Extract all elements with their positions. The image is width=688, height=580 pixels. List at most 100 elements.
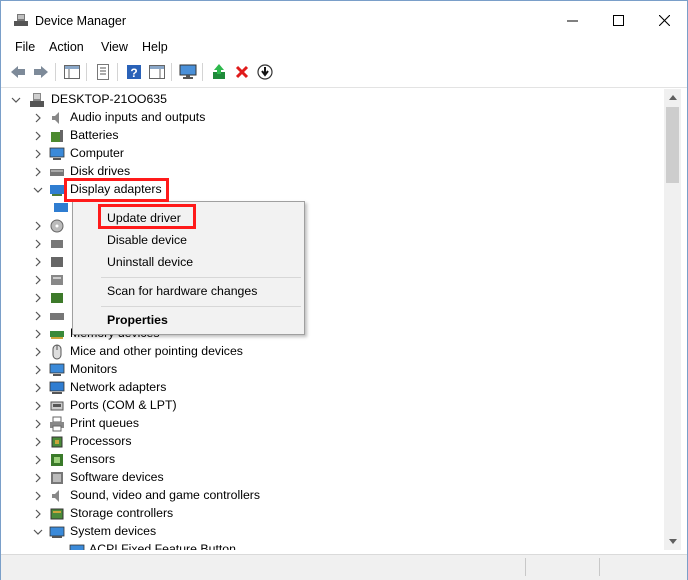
- help-button[interactable]: ?: [124, 62, 144, 82]
- menu-separator: [101, 277, 301, 278]
- tree-item[interactable]: Network adapters: [33, 379, 333, 397]
- tree-item-label: Ports (COM & LPT): [70, 398, 177, 412]
- properties-button[interactable]: [93, 62, 113, 82]
- tree-item[interactable]: Audio inputs and outputs: [33, 109, 333, 127]
- tree-item[interactable]: System devices: [33, 523, 333, 541]
- chevron-right-icon[interactable]: [33, 311, 43, 321]
- properties-icon: [97, 64, 109, 80]
- toolbar-separator: [171, 63, 172, 81]
- tree-item-label: Monitors: [70, 362, 118, 376]
- chevron-right-icon[interactable]: [33, 473, 43, 483]
- port-icon: [50, 401, 64, 411]
- uninstall-device-button[interactable]: [232, 62, 252, 82]
- tree-item-label: Sound, video and game controllers: [70, 488, 261, 502]
- chevron-right-icon[interactable]: [33, 149, 43, 159]
- toolbar-separator: [86, 63, 87, 81]
- chevron-right-icon[interactable]: [33, 509, 43, 519]
- menu-item-uninstall-device[interactable]: Uninstall device: [107, 255, 193, 269]
- scroll-thumb[interactable]: [666, 107, 679, 183]
- chevron-right-icon[interactable]: [33, 293, 43, 303]
- maximize-button[interactable]: [595, 1, 641, 39]
- battery-icon: [51, 130, 63, 142]
- tree-item[interactable]: Mice and other pointing devices: [33, 343, 333, 361]
- tree-item[interactable]: Print queues: [33, 415, 333, 433]
- status-pane: [5, 558, 526, 576]
- chevron-right-icon[interactable]: [33, 329, 43, 339]
- tree-item-label: Storage controllers: [70, 506, 174, 520]
- help-icon: ?: [127, 65, 141, 80]
- chevron-down-icon: [668, 539, 677, 544]
- menu-help[interactable]: Help: [141, 40, 169, 54]
- chevron-right-icon[interactable]: [33, 257, 43, 267]
- forward-arrow-icon: [34, 66, 48, 78]
- scroll-down-button[interactable]: [664, 533, 681, 550]
- forward-button[interactable]: [31, 62, 51, 82]
- chevron-right-icon[interactable]: [33, 437, 43, 447]
- close-button[interactable]: [641, 1, 687, 39]
- maximize-icon: [612, 14, 624, 26]
- menu-view[interactable]: View: [100, 40, 129, 54]
- scan-hardware-button[interactable]: [178, 62, 198, 82]
- chevron-right-icon[interactable]: [33, 167, 43, 177]
- tree-item[interactable]: Sound, video and game controllers: [33, 487, 353, 505]
- tree-item[interactable]: Monitors: [33, 361, 333, 379]
- chevron-right-icon[interactable]: [33, 401, 43, 411]
- minimize-icon: [566, 20, 578, 21]
- status-pane: [529, 558, 600, 576]
- computer-icon: [49, 147, 65, 160]
- tree-item[interactable]: Computer: [33, 145, 333, 163]
- update-driver-button[interactable]: [209, 62, 229, 82]
- minimize-button[interactable]: [549, 1, 595, 39]
- window-title: Device Manager: [35, 14, 127, 28]
- menu-item-disable-device[interactable]: Disable device: [107, 233, 187, 247]
- display-adapter-icon: [50, 185, 64, 196]
- tree-item[interactable]: Processors: [33, 433, 333, 451]
- back-button[interactable]: [8, 62, 28, 82]
- chevron-right-icon[interactable]: [33, 113, 43, 123]
- chevron-down-icon[interactable]: [33, 185, 43, 195]
- chevron-down-icon[interactable]: [11, 95, 21, 105]
- tree-item-label: Disk drives: [70, 164, 131, 178]
- tree-item-label: Audio inputs and outputs: [70, 110, 206, 124]
- tree-item[interactable]: Storage controllers: [33, 505, 333, 523]
- status-bar: [1, 554, 687, 580]
- chevron-right-icon[interactable]: [33, 347, 43, 357]
- show-hide-console-tree-icon: [64, 65, 80, 79]
- sensor-icon: [51, 454, 63, 466]
- tree-item[interactable]: Batteries: [33, 127, 333, 145]
- disable-icon: [257, 64, 273, 80]
- tree-item-label: Processors: [70, 434, 132, 448]
- chevron-right-icon[interactable]: [33, 131, 43, 141]
- chevron-right-icon[interactable]: [33, 239, 43, 249]
- disable-device-button[interactable]: [255, 62, 275, 82]
- tree-item[interactable]: Sensors: [33, 451, 333, 469]
- menu-item-properties[interactable]: Properties: [107, 313, 168, 327]
- menu-action[interactable]: Action: [48, 40, 85, 54]
- menu-item-scan-hardware[interactable]: Scan for hardware changes: [107, 284, 257, 298]
- tree-item[interactable]: Software devices: [33, 469, 333, 487]
- chevron-down-icon[interactable]: [33, 527, 43, 537]
- chevron-right-icon[interactable]: [33, 419, 43, 429]
- title-bar[interactable]: Device Manager: [1, 1, 687, 39]
- printer-icon: [50, 416, 64, 432]
- imaging-device-icon: [51, 293, 63, 303]
- console-tree-button[interactable]: [62, 62, 82, 82]
- chevron-right-icon[interactable]: [33, 455, 43, 465]
- chevron-right-icon[interactable]: [33, 491, 43, 501]
- tree-root[interactable]: DESKTOP-21OO635: [11, 91, 311, 109]
- scroll-up-button[interactable]: [664, 89, 681, 106]
- chevron-up-icon: [668, 95, 677, 100]
- tree-child-item[interactable]: ACPI Fixed Feature Button: [69, 541, 369, 550]
- vertical-scrollbar[interactable]: [664, 89, 681, 550]
- chevron-right-icon[interactable]: [33, 275, 43, 285]
- action-pane-button[interactable]: [147, 62, 167, 82]
- menu-file[interactable]: File: [14, 40, 36, 54]
- tree-item[interactable]: Ports (COM & LPT): [33, 397, 333, 415]
- device-manager-icon: [14, 14, 28, 26]
- speaker-icon: [52, 490, 59, 502]
- chevron-right-icon[interactable]: [33, 365, 43, 375]
- highlight-display-adapters: [64, 178, 169, 202]
- chevron-right-icon[interactable]: [33, 221, 43, 231]
- chevron-right-icon[interactable]: [33, 383, 43, 393]
- toolbar: ?: [1, 59, 687, 88]
